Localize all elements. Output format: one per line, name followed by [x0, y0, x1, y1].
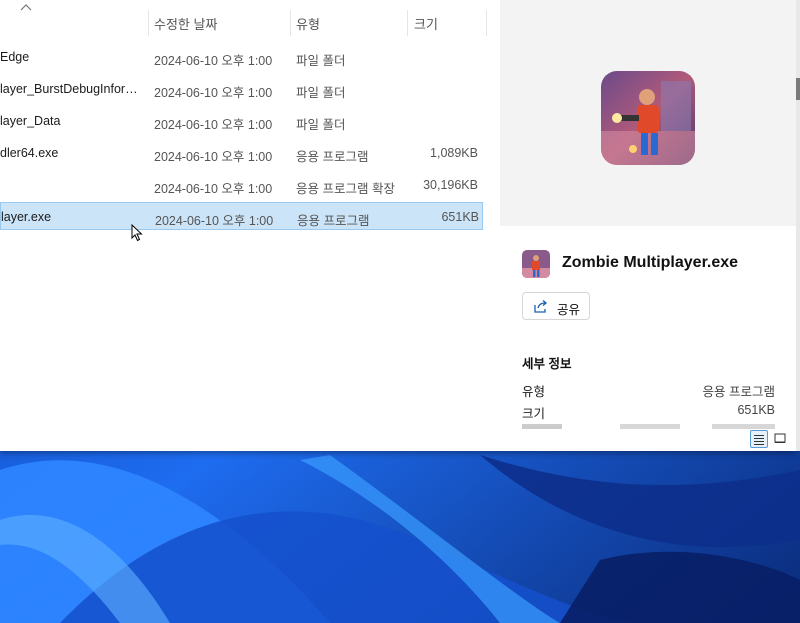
column-header-type[interactable]: 유형 — [296, 14, 320, 33]
details-file-name: Zombie Multiplayer.exe — [562, 254, 739, 271]
column-header-size[interactable]: 크기 — [414, 14, 438, 33]
property-value: 651KB — [737, 403, 775, 417]
file-row[interactable]: Edge 2024-06-10 오후 1:00 파일 폴더 — [0, 42, 483, 70]
share-button[interactable]: 공유 — [522, 292, 590, 320]
file-date: 2024-06-10 오후 1:00 — [154, 86, 273, 100]
column-header-date[interactable]: 수정한 날짜 — [154, 14, 217, 33]
file-name: layer_BurstDebugInforma... — [0, 82, 145, 96]
file-type: 파일 폴더 — [296, 118, 346, 132]
file-size: 30,196KB — [423, 178, 478, 192]
scrollbar-thumb[interactable] — [796, 78, 800, 100]
file-size: 1,089KB — [430, 146, 478, 160]
share-button-label: 공유 — [557, 303, 581, 317]
file-date: 2024-06-10 오후 1:00 — [154, 182, 273, 196]
property-row: 유형 응용 프로그램 — [522, 381, 775, 399]
file-type: 응용 프로그램 확장 — [296, 182, 395, 196]
file-row[interactable]: dler64.exe 2024-06-10 오후 1:00 응용 프로그램 1,… — [0, 138, 483, 166]
property-key: 유형 — [522, 385, 546, 399]
file-row-selected[interactable]: layer.exe 2024-06-10 오후 1:00 응용 프로그램 651… — [0, 202, 483, 230]
column-separator[interactable] — [486, 10, 487, 36]
property-row: 크기 651KB — [522, 403, 775, 421]
file-date: 2024-06-10 오후 1:00 — [154, 150, 273, 164]
file-type: 파일 폴더 — [296, 54, 346, 68]
property-key: 크기 — [522, 407, 546, 421]
preview-pane-icon — [774, 433, 786, 443]
file-name: Edge — [0, 50, 30, 64]
file-row[interactable]: layer_Data 2024-06-10 오후 1:00 파일 폴더 — [0, 106, 483, 134]
file-type: 파일 폴더 — [296, 86, 346, 100]
file-row[interactable]: 2024-06-10 오후 1:00 응용 프로그램 확장 30,196KB — [0, 170, 483, 198]
column-separator[interactable] — [148, 10, 149, 36]
sort-ascending-icon[interactable] — [20, 3, 32, 11]
file-date: 2024-06-10 오후 1:00 — [155, 214, 274, 228]
file-date: 2024-06-10 오후 1:00 — [154, 118, 273, 132]
column-header-bar: 수정한 날짜 유형 크기 — [0, 0, 488, 36]
file-name: dler64.exe — [0, 146, 59, 160]
list-view-icon — [754, 435, 764, 445]
file-size: 651KB — [441, 210, 479, 224]
file-name: layer_Data — [0, 114, 61, 128]
share-icon — [534, 300, 548, 313]
preview-area — [500, 0, 796, 226]
column-separator[interactable] — [290, 10, 291, 36]
file-row[interactable]: layer_BurstDebugInforma... 2024-06-10 오후… — [0, 74, 483, 102]
property-value: 응용 프로그램 — [702, 385, 775, 399]
file-name: layer.exe — [1, 210, 52, 224]
file-type: 응용 프로그램 — [297, 214, 370, 228]
app-preview-thumbnail — [601, 71, 695, 165]
app-icon — [522, 250, 550, 278]
preview-pane-button[interactable] — [772, 430, 790, 448]
file-list-pane: 수정한 날짜 유형 크기 Edge 2024-06-10 오후 1:00 파일 … — [0, 0, 488, 451]
property-row-clipped — [522, 424, 775, 429]
scrollbar-track[interactable] — [796, 0, 800, 451]
details-section-title: 세부 정보 — [522, 357, 572, 371]
column-separator[interactable] — [407, 10, 408, 36]
file-date: 2024-06-10 오후 1:00 — [154, 54, 273, 68]
file-explorer-window: 수정한 날짜 유형 크기 Edge 2024-06-10 오후 1:00 파일 … — [0, 0, 796, 451]
mouse-cursor-icon — [131, 224, 143, 242]
details-pane: Zombie Multiplayer.exe 공유 세부 정보 유형 응용 프로… — [500, 0, 796, 451]
details-view-button[interactable] — [750, 430, 768, 448]
file-type: 응용 프로그램 — [296, 150, 369, 164]
